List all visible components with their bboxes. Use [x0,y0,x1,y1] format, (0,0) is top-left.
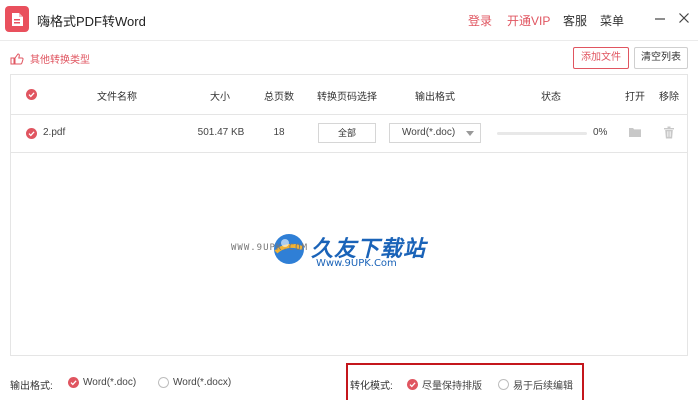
radio-checked-icon [407,379,418,390]
radio-docx[interactable]: Word(*.docx) [158,377,231,388]
header-pages: 总页数 [264,92,294,103]
table-row[interactable]: 2.pdf 501.47 KB 18 全部 Word(*.doc) 0% [11,115,687,153]
table-header: 文件名称 大小 总页数 转换页码选择 输出格式 状态 打开 移除 [11,75,687,115]
menu-link[interactable]: 菜单 [600,12,624,29]
header-status: 状态 [541,92,561,103]
app-logo-icon [5,6,29,32]
header-page-range: 转换页码选择 [317,92,377,103]
format-select-value: Word(*.doc) [402,127,456,138]
status-text: 0% [593,127,608,138]
chevron-down-icon [466,131,474,136]
mode-label: 转化模式: [350,381,393,392]
service-link[interactable]: 客服 [563,12,587,29]
radio-doc-label: Word(*.doc) [83,377,137,388]
header-size: 大小 [210,92,230,103]
radio-checked-icon [68,377,79,388]
header-open: 打开 [625,92,645,103]
header-remove: 移除 [659,92,679,103]
file-table: 文件名称 大小 总页数 转换页码选择 输出格式 状态 打开 移除 2.pdf 5… [10,74,688,356]
login-link[interactable]: 登录 [468,12,492,29]
toolbar: 其他转换类型 添加文件 清空列表 [0,40,698,74]
app-title: 嗨格式PDF转Word [37,14,146,29]
radio-docx-label: Word(*.docx) [173,377,232,388]
add-file-button[interactable]: 添加文件 [573,47,629,69]
row-checkbox[interactable] [26,128,37,139]
select-all-checkbox[interactable] [26,89,37,100]
format-select[interactable]: Word(*.doc) [389,123,481,143]
radio-unchecked-icon [158,377,169,388]
other-types-link[interactable]: 其他转换类型 [10,51,90,66]
file-size: 501.47 KB [197,127,245,138]
thumbs-up-icon [10,52,24,64]
radio-keep-layout-label: 尽量保持排版 [422,381,482,392]
folder-icon[interactable] [628,126,642,138]
radio-unchecked-icon [498,379,509,390]
radio-doc[interactable]: Word(*.doc) [68,377,136,388]
radio-keep-layout[interactable]: 尽量保持排版 [407,377,482,392]
trash-icon[interactable] [663,126,675,139]
minimize-icon[interactable] [652,10,668,26]
vip-link[interactable]: 开通VIP [507,12,550,29]
header-format: 输出格式 [415,92,455,103]
settings-bar: 输出格式: Word(*.doc) Word(*.docx) 转化模式: 尽量保… [0,356,698,400]
file-pages: 18 [273,127,285,138]
other-types-label: 其他转换类型 [30,55,90,66]
radio-easy-edit-label: 易于后续编辑 [513,381,573,392]
radio-easy-edit[interactable]: 易于后续编辑 [498,377,573,392]
page-range-button[interactable]: 全部 [318,123,376,143]
file-name: 2.pdf [43,127,66,138]
output-format-label: 输出格式: [10,381,53,392]
header-filename: 文件名称 [97,92,137,103]
close-icon[interactable] [676,10,692,26]
progress-bar [497,132,587,135]
watermark-url: Www.9UPK.Com [316,258,397,269]
clear-list-button[interactable]: 清空列表 [634,47,688,69]
watermark-small-text: WWW.9UPK.COM [231,243,309,253]
title-bar: 嗨格式PDF转Word 登录 开通VIP 客服 菜单 [0,0,698,40]
